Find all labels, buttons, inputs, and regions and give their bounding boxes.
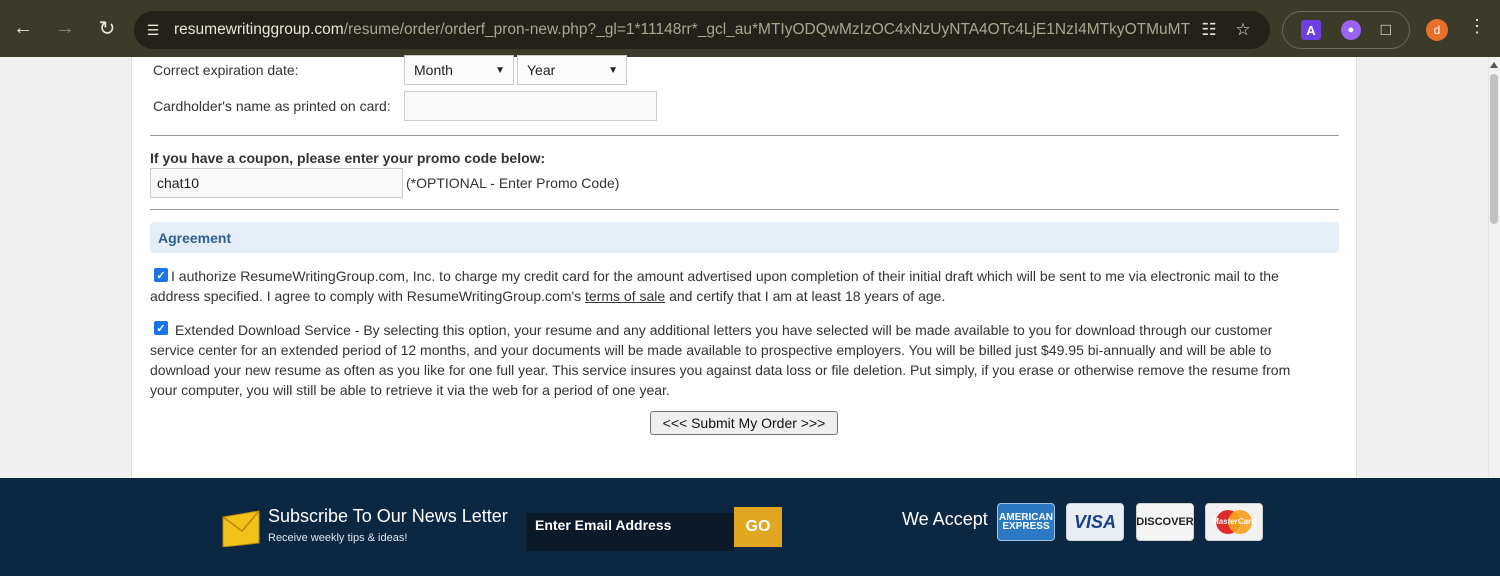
terms-of-sale-link[interactable]: terms of sale [585,288,665,304]
authorize-text-line2: address specified. I agree to comply wit… [150,286,945,306]
newsletter-go-button[interactable]: GO [734,507,782,547]
scrollbar-thumb[interactable] [1490,74,1498,224]
puzzle-piece-icon[interactable]: □ [1381,20,1391,40]
url-text[interactable]: resumewritinggroup.com/resume/order/orde… [174,21,1190,39]
amex-card-icon: AMERICAN EXPRESS [997,503,1055,541]
year-select-value: Year [527,62,556,78]
cardholder-label: Cardholder's name as printed on card: [153,98,391,114]
coupon-label: If you have a coupon, please enter your … [150,150,546,166]
extended-text-line2: service center for an extended period of… [150,342,1272,358]
extended-text-line1: Extended Download Service - By selecting… [175,322,1273,338]
authorize-text-line1: I authorize ResumeWritingGroup.com, Inc.… [171,268,1279,284]
divider [150,209,1339,210]
discover-card-icon: DISCOVER [1136,503,1194,541]
authorize-checkbox[interactable]: ✓ [154,268,168,282]
extension-b-icon[interactable]: ● [1340,20,1361,40]
agreement-heading: Agreement [150,222,1339,253]
submit-order-button[interactable]: <<< Submit My Order >>> [650,411,838,435]
extended-download-checkbox[interactable]: ✓ [154,321,168,335]
more-menu-icon[interactable]: ⋮ [1468,16,1486,36]
site-info-icon[interactable]: ☰ [138,15,168,45]
divider [150,135,1339,136]
cardholder-name-input[interactable] [404,91,657,121]
extended-text-line4: your computer, you will still be able to… [150,382,670,398]
reload-icon[interactable]: ↻ [88,10,126,48]
newsletter-email-input[interactable]: Enter Email Address [526,513,734,551]
profile-avatar[interactable]: d [1426,19,1448,41]
year-select[interactable]: Year ▼ [517,55,627,85]
newsletter-title: Subscribe To Our News Letter [268,506,508,526]
month-select[interactable]: Month ▼ [404,55,514,85]
mastercard-circles: MasterCard [1212,509,1256,535]
url-path: /resume/order/orderf_pron-new.php?_gl=1*… [343,21,1190,38]
bookmark-star-icon[interactable]: ☆ [1228,15,1258,45]
month-select-value: Month [414,62,453,78]
newsletter-subtitle: Receive weekly tips & ideas! [268,532,408,544]
authorize-text-part: address specified. I agree to comply wit… [150,288,586,304]
chevron-down-icon: ▼ [495,65,505,76]
scroll-up-arrow-icon[interactable] [1490,62,1498,68]
authorize-text-part: and certify that I am at least 18 years … [665,288,946,304]
expiration-label: Correct expiration date: [153,62,299,78]
promo-hint: (*OPTIONAL - Enter Promo Code) [406,175,620,191]
extended-text-line3: download your new resume as often as you… [150,362,1291,378]
mastercard-label: MasterCard [1212,517,1257,526]
forward-arrow-icon[interactable]: → [46,10,84,48]
extension-a-icon[interactable]: A [1300,20,1321,40]
envelope-icon [222,510,260,547]
back-arrow-icon[interactable]: ← [4,10,42,48]
url-host: resumewritinggroup.com [174,21,344,38]
promo-code-input[interactable]: chat10 [150,168,403,198]
visa-card-icon: VISA [1066,503,1124,541]
translate-icon[interactable]: ☷ [1194,15,1224,45]
we-accept-label: We Accept [902,509,988,529]
address-bar[interactable]: ☰ resumewritinggroup.com/resume/order/or… [134,11,1270,49]
mastercard-card-icon: MasterCard [1205,503,1263,541]
chevron-down-icon: ▼ [608,65,618,76]
extensions-group: A ● □ [1282,11,1410,49]
